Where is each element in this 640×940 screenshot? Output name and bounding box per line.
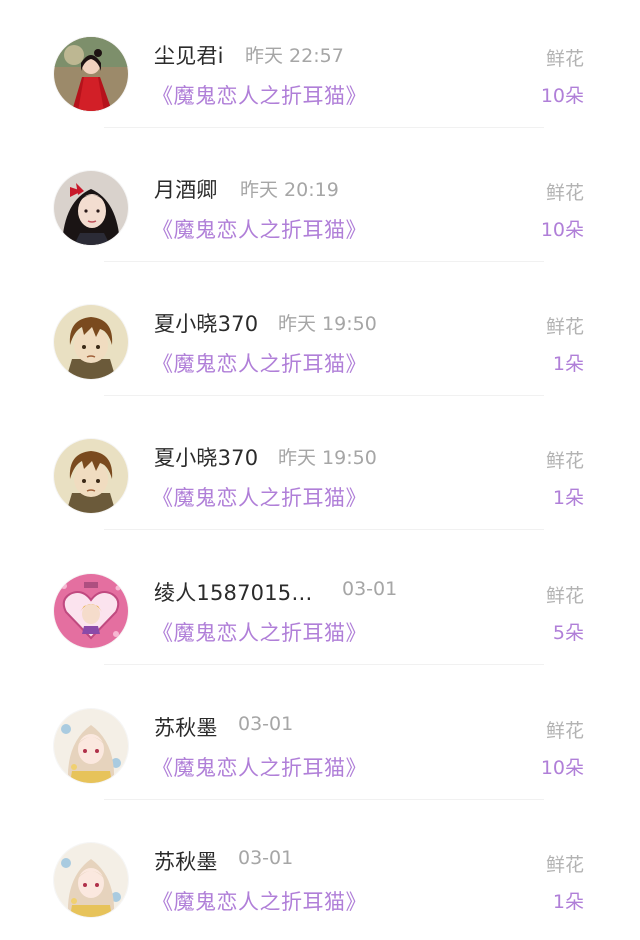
- book-title-link[interactable]: 《魔鬼恋人之折耳猫》: [152, 482, 367, 512]
- gift-time: 昨天 20:19: [240, 179, 339, 201]
- gift-count: 10朵: [540, 219, 584, 241]
- avatar-pink-heart-frame-icon[interactable]: [54, 574, 128, 648]
- avatar-anime-girl-light-hair-icon[interactable]: [54, 709, 128, 783]
- row-divider: [104, 799, 544, 800]
- user-name[interactable]: 尘见君i: [154, 40, 224, 70]
- list-item[interactable]: 月酒卿 昨天 20:19 《魔鬼恋人之折耳猫》 鲜花 10朵: [0, 134, 640, 268]
- list-item[interactable]: 夏小晓370 昨天 19:50 《魔鬼恋人之折耳猫》 鲜花 1朵: [0, 268, 640, 402]
- list-item[interactable]: 苏秋墨 03-01 《魔鬼恋人之折耳猫》 鲜花 1朵: [0, 806, 640, 940]
- user-name[interactable]: 苏秋墨: [154, 846, 218, 876]
- row-divider: [104, 261, 544, 262]
- list-item[interactable]: 夏小晓370 昨天 19:50 《魔鬼恋人之折耳猫》 鲜花 1朵: [0, 402, 640, 536]
- gift-count: 10朵: [540, 757, 584, 779]
- avatar-girl-red-bow-icon[interactable]: [54, 171, 128, 245]
- gift-type-label: 鲜花: [545, 585, 584, 607]
- row-divider: [104, 127, 544, 128]
- book-title-link[interactable]: 《魔鬼恋人之折耳猫》: [152, 886, 367, 916]
- gift-time: 03-01: [238, 713, 294, 735]
- gift-time: 03-01: [342, 578, 398, 600]
- gift-type-label: 鲜花: [545, 316, 584, 338]
- avatar-brown-hair-boy-icon[interactable]: [54, 439, 128, 513]
- gift-time: 昨天 19:50: [278, 447, 377, 469]
- list-item[interactable]: 苏秋墨 03-01 《魔鬼恋人之折耳猫》 鲜花 10朵: [0, 672, 640, 806]
- row-divider: [104, 664, 544, 665]
- book-title-link[interactable]: 《魔鬼恋人之折耳猫》: [152, 214, 367, 244]
- list-item[interactable]: 尘见君i 昨天 22:57 《魔鬼恋人之折耳猫》 鲜花 10朵: [0, 0, 640, 134]
- gift-time: 昨天 22:57: [245, 45, 344, 67]
- gift-type-label: 鲜花: [545, 720, 584, 742]
- avatar-red-dress-girl-icon[interactable]: [54, 37, 128, 111]
- gift-type-label: 鲜花: [545, 450, 584, 472]
- gift-count: 10朵: [540, 85, 584, 107]
- user-name[interactable]: 苏秋墨: [154, 712, 218, 742]
- user-name[interactable]: 月酒卿: [154, 174, 218, 204]
- gift-count: 5朵: [552, 622, 584, 644]
- list-item[interactable]: 绫人1587015… 03-01 《魔鬼恋人之折耳猫》 鲜花 5朵: [0, 537, 640, 671]
- gift-count: 1朵: [552, 891, 584, 913]
- gift-time: 昨天 19:50: [278, 313, 377, 335]
- gift-count: 1朵: [552, 353, 584, 375]
- avatar-brown-hair-boy-icon[interactable]: [54, 305, 128, 379]
- user-name[interactable]: 夏小晓370: [154, 442, 258, 472]
- user-name[interactable]: 绫人1587015…: [154, 577, 313, 607]
- gift-type-label: 鲜花: [545, 48, 584, 70]
- book-title-link[interactable]: 《魔鬼恋人之折耳猫》: [152, 80, 367, 110]
- gift-type-label: 鲜花: [545, 182, 584, 204]
- avatar-anime-girl-light-hair-icon[interactable]: [54, 843, 128, 917]
- row-divider: [104, 395, 544, 396]
- gift-count: 1朵: [552, 487, 584, 509]
- book-title-link[interactable]: 《魔鬼恋人之折耳猫》: [152, 617, 367, 647]
- gift-type-label: 鲜花: [545, 854, 584, 876]
- user-name[interactable]: 夏小晓370: [154, 308, 258, 338]
- row-divider: [104, 529, 544, 530]
- flower-gift-list: 尘见君i 昨天 22:57 《魔鬼恋人之折耳猫》 鲜花 10朵 月酒卿 昨天 2…: [0, 0, 640, 930]
- gift-time: 03-01: [238, 847, 294, 869]
- book-title-link[interactable]: 《魔鬼恋人之折耳猫》: [152, 348, 367, 378]
- book-title-link[interactable]: 《魔鬼恋人之折耳猫》: [152, 752, 367, 782]
